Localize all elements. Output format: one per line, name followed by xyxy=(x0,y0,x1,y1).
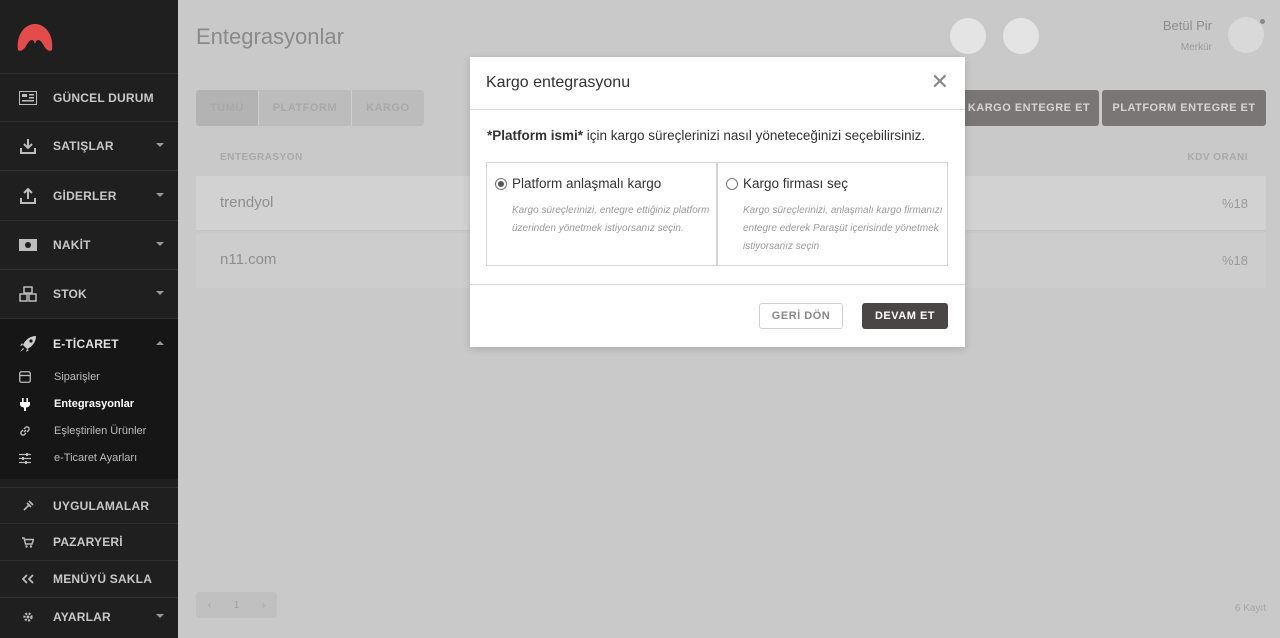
page-title: Entegrasyonlar xyxy=(196,24,344,49)
header-circle-button[interactable] xyxy=(950,18,986,54)
chevron-down-icon xyxy=(156,291,164,295)
gear-icon xyxy=(18,607,38,627)
tab-all[interactable]: TÜMÜ xyxy=(196,90,259,126)
sidebar-item-label: UYGULAMALAR xyxy=(53,498,150,513)
option-platform-cargo[interactable]: Platform anlaşmalı kargo Kargo süreçleri… xyxy=(486,162,717,266)
sidebar: GÜNCEL DURUM SATIŞLAR GİDERLER NAKİT STO… xyxy=(0,0,178,638)
box-icon xyxy=(18,370,32,384)
chevron-down-icon xyxy=(156,242,164,246)
sidebar-subitem-integrations[interactable]: Entegrasyonlar xyxy=(0,393,178,415)
avatar[interactable] xyxy=(1228,17,1264,53)
integrate-platform-button[interactable]: PLATFORM ENTEGRE ET xyxy=(1102,90,1266,126)
sidebar-item-label: STOK xyxy=(53,287,87,301)
sidebar-item-label: E-TİCARET xyxy=(53,337,119,351)
modal-description-text: için kargo süreçlerinizi nasıl yöneteceğ… xyxy=(583,128,926,143)
option-title: Kargo firması seç xyxy=(743,176,849,191)
sidebar-item-ecommerce[interactable]: E-TİCARET xyxy=(0,319,178,369)
rocket-icon xyxy=(18,334,38,354)
cargo-integration-modal: Kargo entegrasyonu ✕ *Platform ismi* içi… xyxy=(470,57,965,347)
chevron-down-icon xyxy=(156,614,164,618)
sidebar-item-expenses[interactable]: GİDERLER xyxy=(0,171,178,221)
sidebar-item-marketplace[interactable]: PAZARYERİ xyxy=(0,524,178,561)
sidebar-item-label: PAZARYERİ xyxy=(53,535,123,549)
integration-brand: trendyol xyxy=(220,194,274,211)
sidebar-subitem-label: Siparişler xyxy=(54,371,100,383)
modal-header: Kargo entegrasyonu ✕ xyxy=(470,57,965,110)
sidebar-subitem-ecommerce-settings[interactable]: e-Ticaret Ayarları xyxy=(0,447,178,469)
kdv-rate: %18 xyxy=(1221,253,1248,268)
filter-tabs: TÜMÜ PLATFORM KARGO xyxy=(196,90,424,126)
option-description: Kargo süreçlerinizi, entegre ettiğiniz p… xyxy=(512,205,710,234)
sidebar-subitem-label: Entegrasyonlar xyxy=(54,398,135,410)
option-choose-cargo-company[interactable]: Kargo firması seç Kargo süreçlerinizi, a… xyxy=(717,162,948,266)
radio-platform-cargo[interactable] xyxy=(495,178,507,190)
page-number[interactable]: 1 xyxy=(223,592,250,618)
modal-description: *Platform ismi* için kargo süreçlerinizi… xyxy=(487,128,925,143)
column-header-integration: ENTEGRASYON xyxy=(220,152,303,163)
tab-platform[interactable]: PLATFORM xyxy=(259,90,353,126)
next-page-button[interactable]: › xyxy=(250,592,277,618)
option-title: Platform anlaşmalı kargo xyxy=(512,176,662,191)
option-description: Kargo süreçlerinizi, anlaşmalı kargo fir… xyxy=(743,205,943,252)
sidebar-item-label: SATIŞLAR xyxy=(53,139,114,153)
sidebar-subitem-label: e-Ticaret Ayarları xyxy=(54,452,138,464)
modal-title: Kargo entegrasyonu xyxy=(486,74,631,91)
brand-logo[interactable] xyxy=(16,22,54,52)
user-name[interactable]: Betül Pir xyxy=(1163,18,1212,33)
sidebar-item-dashboard[interactable]: GÜNCEL DURUM xyxy=(0,74,178,122)
notification-dot xyxy=(1260,19,1265,24)
back-button[interactable]: GERİ DÖN xyxy=(759,303,843,329)
sidebar-item-label: GÜNCEL DURUM xyxy=(53,90,154,105)
download-icon xyxy=(18,136,38,156)
pagination: ‹ 1 › xyxy=(196,592,277,618)
dashboard-icon xyxy=(18,88,38,108)
chevron-down-icon xyxy=(156,143,164,147)
sidebar-item-label: GİDERLER xyxy=(53,188,117,203)
chevron-up-icon xyxy=(156,341,164,345)
tab-cargo[interactable]: KARGO xyxy=(352,90,423,126)
kdv-rate: %18 xyxy=(1221,196,1248,211)
radio-choose-cargo-company[interactable] xyxy=(726,178,738,190)
modal-divider xyxy=(470,284,965,285)
integration-brand: n11.com xyxy=(220,251,277,268)
sidebar-item-cash[interactable]: NAKİT xyxy=(0,221,178,270)
continue-button[interactable]: DEVAM ET xyxy=(862,303,948,329)
apps-icon xyxy=(18,496,38,516)
sidebar-item-sales[interactable]: SATIŞLAR xyxy=(0,122,178,171)
sidebar-item-label: NAKİT xyxy=(53,238,91,252)
prev-page-button[interactable]: ‹ xyxy=(196,592,223,618)
sidebar-item-label: MENÜYÜ SAKLA xyxy=(53,572,153,586)
sidebar-subitem-orders[interactable]: Siparişler xyxy=(0,366,178,388)
upload-icon xyxy=(18,186,38,206)
record-count: 6 Kayıt xyxy=(1234,603,1266,614)
integrate-cargo-button[interactable]: KARGO ENTEGRE ET xyxy=(959,90,1099,126)
sidebar-item-label: AYARLAR xyxy=(53,610,111,624)
sidebar-subitem-matched-products[interactable]: Eşleştirilen Ürünler xyxy=(0,420,178,442)
sliders-icon xyxy=(18,451,32,465)
cash-icon xyxy=(18,235,38,255)
double-chevron-left-icon xyxy=(18,569,38,589)
sidebar-item-hide-menu[interactable]: MENÜYÜ SAKLA xyxy=(0,561,178,598)
sidebar-item-stock[interactable]: STOK xyxy=(0,270,178,319)
header-circle-button[interactable] xyxy=(1003,18,1039,54)
plug-icon xyxy=(18,397,32,411)
sidebar-item-apps[interactable]: UYGULAMALAR xyxy=(0,487,178,524)
boxes-icon xyxy=(18,284,38,304)
sidebar-subitem-label: Eşleştirilen Ürünler xyxy=(54,425,147,437)
logo-area xyxy=(0,0,178,74)
user-role: Merkür xyxy=(1180,42,1212,53)
platform-name-placeholder: *Platform ismi* xyxy=(487,128,584,143)
sidebar-item-settings[interactable]: AYARLAR xyxy=(0,598,178,636)
chevron-down-icon xyxy=(156,192,164,197)
link-icon xyxy=(18,424,32,438)
cart-icon xyxy=(18,532,38,552)
close-icon[interactable]: ✕ xyxy=(931,71,949,93)
column-header-kdv: KDV ORANI xyxy=(1187,152,1248,163)
